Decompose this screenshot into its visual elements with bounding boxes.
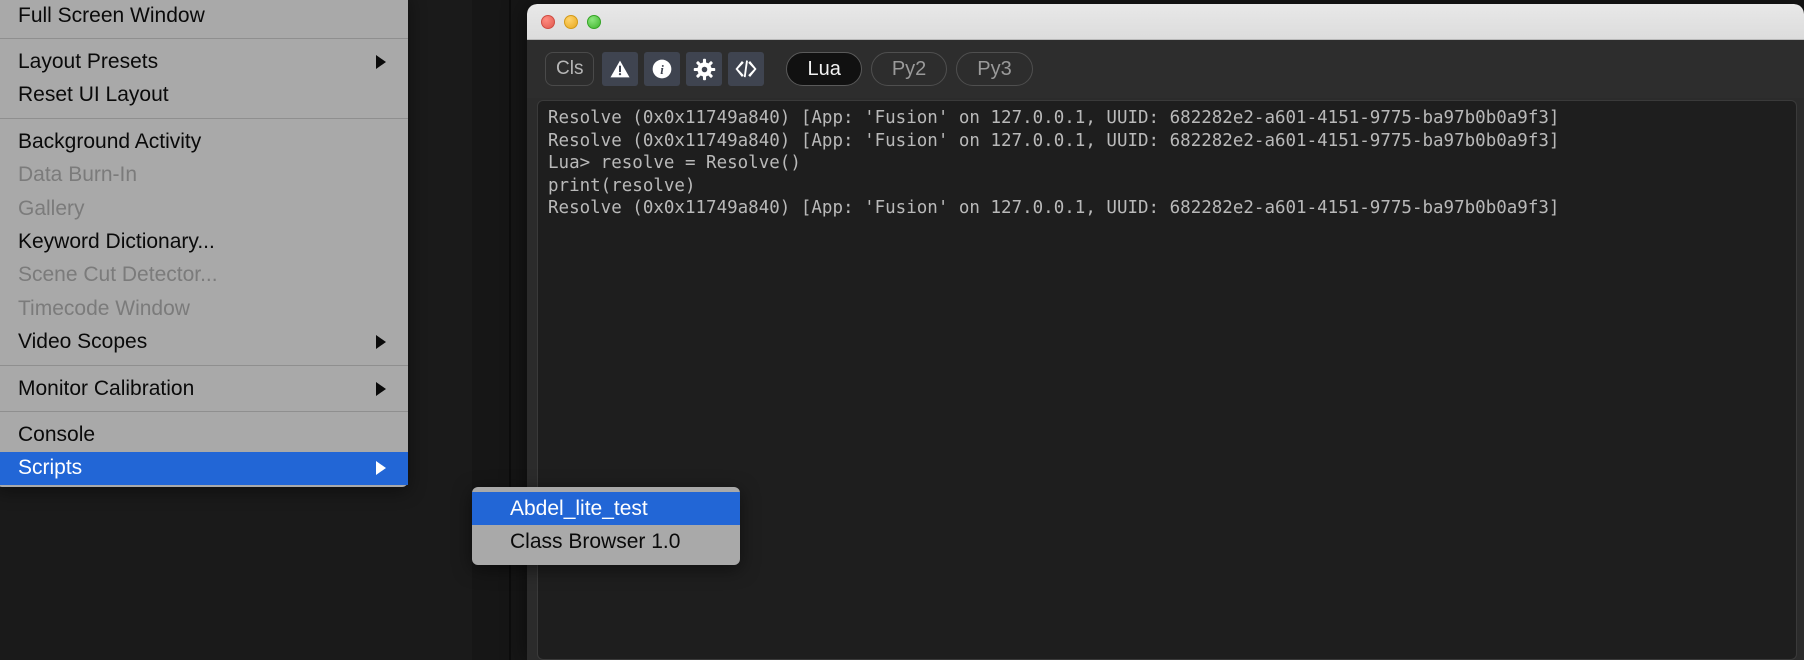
clear-console-button[interactable]: Cls bbox=[545, 52, 595, 86]
close-window-button[interactable] bbox=[541, 14, 555, 29]
menu-item-gallery: Gallery bbox=[0, 192, 408, 225]
menu-item-reset-ui-layout[interactable]: Reset UI Layout bbox=[0, 79, 408, 112]
submenu-arrow-icon bbox=[376, 381, 386, 396]
console-toolbar: Cls i Lua Py2 Py3 bbox=[527, 40, 1804, 98]
submenu-item-abdel-lite-test[interactable]: Abdel_lite_test bbox=[472, 492, 740, 526]
submenu-item-label: Class Browser 1.0 bbox=[510, 530, 681, 554]
submenu-item-label: Abdel_lite_test bbox=[510, 496, 648, 520]
submenu-arrow-icon bbox=[376, 55, 386, 70]
menu-item-label: Console bbox=[18, 422, 96, 446]
menu-item-console[interactable]: Console bbox=[0, 418, 408, 451]
screen-root: Cls i Lua Py2 Py3 Resolve (0x0x11749a840… bbox=[0, 0, 1804, 660]
menu-separator bbox=[0, 411, 408, 413]
menu-item-label: Timecode Window bbox=[18, 296, 190, 320]
code-brackets-icon[interactable] bbox=[728, 52, 765, 86]
menu-item-data-burn-in: Data Burn-In bbox=[0, 159, 408, 192]
menu-item-layout-presets[interactable]: Layout Presets bbox=[0, 45, 408, 78]
menu-item-label: Gallery bbox=[18, 196, 85, 220]
warning-triangle-icon[interactable] bbox=[602, 52, 639, 86]
menu-item-label: Keyword Dictionary... bbox=[18, 230, 215, 254]
language-py3-button[interactable]: Py3 bbox=[956, 52, 1033, 86]
minimize-window-button[interactable] bbox=[564, 14, 578, 29]
menu-separator bbox=[0, 38, 408, 40]
menu-item-video-scopes[interactable]: Video Scopes bbox=[0, 326, 408, 359]
menu-item-label: Video Scopes bbox=[18, 330, 148, 354]
menu-item-full-screen-window[interactable]: Full Screen Window bbox=[0, 0, 408, 32]
menu-item-monitor-calibration[interactable]: Monitor Calibration bbox=[0, 372, 408, 405]
menu-item-background-activity[interactable]: Background Activity bbox=[0, 125, 408, 158]
menu-item-label: Background Activity bbox=[18, 129, 202, 153]
menu-item-keyword-dictionary[interactable]: Keyword Dictionary... bbox=[0, 225, 408, 258]
language-lua-button[interactable]: Lua bbox=[786, 52, 862, 86]
info-circle-icon[interactable]: i bbox=[644, 52, 681, 86]
menu-item-timecode-window: Timecode Window bbox=[0, 292, 408, 325]
window-title-bar bbox=[527, 4, 1804, 40]
workspace-menu: Full Screen Window Layout Presets Reset UI… bbox=[0, 0, 408, 488]
language-py2-button[interactable]: Py2 bbox=[870, 52, 948, 86]
submenu-item-class-browser-1-0[interactable]: Class Browser 1.0 bbox=[472, 525, 740, 558]
scripts-submenu-items: Abdel_lite_test Class Browser 1.0 bbox=[472, 492, 740, 559]
console-output-text: Resolve (0x0x11749a840) [App: 'Fusion' o… bbox=[548, 108, 1560, 219]
gear-icon[interactable] bbox=[686, 52, 723, 86]
menu-item-label: Full Screen Window bbox=[18, 3, 205, 27]
menu-groups: Full Screen Window Layout Presets Reset UI… bbox=[0, 0, 408, 486]
menu-item-scene-cut-detector: Scene Cut Detector... bbox=[0, 259, 408, 292]
menu-item-scripts[interactable]: Scripts bbox=[0, 451, 408, 486]
menu-item-label: Data Burn-In bbox=[18, 163, 138, 187]
svg-text:i: i bbox=[661, 63, 665, 77]
submenu-arrow-icon bbox=[376, 335, 386, 350]
menu-item-label: Scripts bbox=[18, 456, 83, 480]
console-output-area[interactable]: Resolve (0x0x11749a840) [App: 'Fusion' o… bbox=[537, 100, 1797, 660]
menu-separator bbox=[0, 364, 408, 366]
maximize-window-button[interactable] bbox=[587, 14, 601, 29]
submenu-arrow-icon bbox=[376, 461, 386, 476]
menu-item-label: Monitor Calibration bbox=[18, 376, 195, 400]
scripts-submenu: Abdel_lite_test Class Browser 1.0 bbox=[472, 487, 740, 565]
menu-item-label: Layout Presets bbox=[18, 50, 159, 74]
menu-item-label: Scene Cut Detector... bbox=[18, 263, 218, 287]
menu-separator bbox=[0, 118, 408, 120]
menu-item-label: Reset UI Layout bbox=[18, 83, 169, 107]
